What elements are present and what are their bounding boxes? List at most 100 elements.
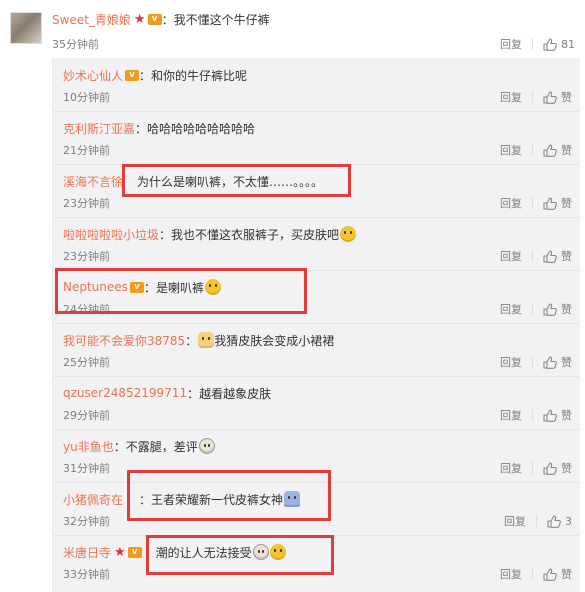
annotation-box: [55, 268, 307, 314]
reply-button[interactable]: 回复: [500, 36, 522, 52]
like-button[interactable]: 赞: [561, 354, 572, 370]
comment-text: ：我不懂这个牛仔裤: [161, 12, 270, 27]
reply-button[interactable]: 回复: [500, 354, 522, 370]
reply-text: 我也不懂这衣服裤子，买皮肤吧: [171, 227, 340, 242]
reply-text: 哈哈哈哈哈哈哈哈哈: [147, 121, 256, 136]
reply-button[interactable]: 回复: [500, 566, 522, 582]
cat-icon: [198, 332, 215, 348]
thumbs-up-icon[interactable]: [543, 90, 557, 104]
username[interactable]: 小猪佩奇在: [63, 491, 123, 508]
like-button[interactable]: 赞: [561, 460, 572, 476]
timestamp: 32分钟前: [63, 515, 110, 528]
comment-line: Sweet_青娘娘 ★ V ：我不懂这个牛仔裤: [52, 10, 270, 28]
vip-badge-icon: V: [125, 69, 140, 81]
reply-actions: 回复 3: [504, 513, 572, 529]
star-badge-icon: ★: [114, 544, 126, 560]
like-button[interactable]: 81: [543, 38, 575, 51]
like-button[interactable]: 赞: [561, 407, 572, 423]
reply-actions: 回复 赞: [500, 89, 572, 105]
timestamp: 25分钟前: [63, 356, 110, 369]
timestamp: 23分钟前: [63, 197, 110, 210]
like-button[interactable]: 赞: [561, 301, 572, 317]
thumbs-up-icon[interactable]: [543, 461, 557, 475]
like-button[interactable]: 赞: [561, 142, 572, 158]
divider: [532, 91, 533, 103]
grin-sweat-icon: [340, 226, 357, 242]
vip-badge-icon: V: [127, 546, 142, 558]
avatar[interactable]: [10, 12, 42, 44]
reply-actions: 回复 赞: [500, 195, 572, 211]
divider: [532, 409, 533, 421]
reply-actions: 回复 赞: [500, 460, 572, 476]
reply-row: 妙术心仙人 V ： 和你的牛仔裤比呢 10分钟前 回复 赞: [53, 58, 580, 112]
thumbs-up-icon: [543, 37, 557, 51]
reply-actions: 回复 赞: [500, 301, 572, 317]
thumbs-up-icon[interactable]: [543, 567, 557, 581]
separator: ：: [135, 121, 148, 136]
vip-badge-icon: V: [147, 13, 162, 25]
username[interactable]: 克利斯汀亚嘉: [63, 120, 135, 137]
separator: ：: [185, 333, 198, 348]
separator: ：: [139, 68, 152, 83]
username[interactable]: 米唐日寺: [63, 544, 111, 561]
annotation-box: [122, 164, 351, 197]
reply-actions: 回复 赞: [500, 566, 572, 582]
separator: ：: [113, 439, 126, 454]
thumbs-up-icon[interactable]: [543, 302, 557, 316]
divider: [532, 144, 533, 156]
username[interactable]: 妙术心仙人: [63, 67, 123, 84]
reply-button[interactable]: 回复: [500, 248, 522, 264]
like-button[interactable]: 赞: [561, 248, 572, 264]
reply-button[interactable]: 回复: [500, 195, 522, 211]
timestamp: 33分钟前: [63, 568, 110, 581]
reply-button[interactable]: 回复: [504, 513, 526, 529]
reply-row: 啦啦啦啦啦小垃圾 ： 我也不懂这衣服裤子，买皮肤吧 23分钟前 回复 赞: [53, 217, 580, 271]
like-button[interactable]: 赞: [561, 566, 572, 582]
reply-button[interactable]: 回复: [500, 89, 522, 105]
reply-actions: 回复 赞: [500, 407, 572, 423]
annotation-box: [146, 535, 334, 575]
like-count[interactable]: 3: [565, 515, 572, 528]
timestamp: 29分钟前: [63, 409, 110, 422]
separator: ：: [187, 386, 200, 401]
thumbs-up-icon[interactable]: [543, 196, 557, 210]
like-count: 81: [561, 37, 575, 51]
timestamp: 23分钟前: [63, 250, 110, 263]
reply-button[interactable]: 回复: [500, 301, 522, 317]
reply-button[interactable]: 回复: [500, 407, 522, 423]
divider: [532, 250, 533, 262]
separator: ：: [159, 227, 172, 242]
username[interactable]: 溪海不言徐: [63, 173, 123, 190]
reply-text: 我猜皮肤会变成小裙裙: [214, 333, 335, 348]
timestamp: 10分钟前: [63, 91, 110, 104]
timestamp: 21分钟前: [63, 144, 110, 157]
thumbs-up-icon[interactable]: [547, 514, 561, 528]
reply-text: 越看越象皮肤: [199, 386, 272, 401]
thumbs-up-icon[interactable]: [543, 143, 557, 157]
divider: [532, 303, 533, 315]
divider: [532, 356, 533, 368]
star-badge-icon: ★: [133, 11, 146, 27]
username[interactable]: qzuser24852199711: [63, 386, 187, 400]
like-button[interactable]: 赞: [561, 89, 572, 105]
like-button[interactable]: 赞: [561, 195, 572, 211]
reply-button[interactable]: 回复: [500, 142, 522, 158]
username[interactable]: 我可能不会爱你38785: [63, 332, 185, 349]
thumbs-up-icon[interactable]: [543, 408, 557, 422]
divider: [532, 197, 533, 209]
username[interactable]: yu非鱼也: [63, 438, 114, 455]
divider: [536, 515, 537, 527]
reply-actions: 回复 赞: [500, 248, 572, 264]
comment-actions: 回复 81: [500, 36, 575, 52]
thumbs-up-icon[interactable]: [543, 249, 557, 263]
face-icon: [198, 438, 215, 454]
thumbs-up-icon[interactable]: [543, 355, 557, 369]
divider: [532, 568, 533, 580]
username[interactable]: 啦啦啦啦啦小垃圾: [63, 226, 159, 243]
reply-row: 我可能不会爱你38785 ： 我猜皮肤会变成小裙裙 25分钟前 回复 赞: [53, 323, 580, 377]
reply-text: 和你的牛仔裤比呢: [151, 68, 248, 83]
reply-actions: 回复 赞: [500, 142, 572, 158]
username[interactable]: Sweet_青娘娘: [52, 11, 131, 28]
reply-row: 克利斯汀亚嘉 ： 哈哈哈哈哈哈哈哈哈 21分钟前 回复 赞: [53, 111, 580, 165]
reply-button[interactable]: 回复: [500, 460, 522, 476]
